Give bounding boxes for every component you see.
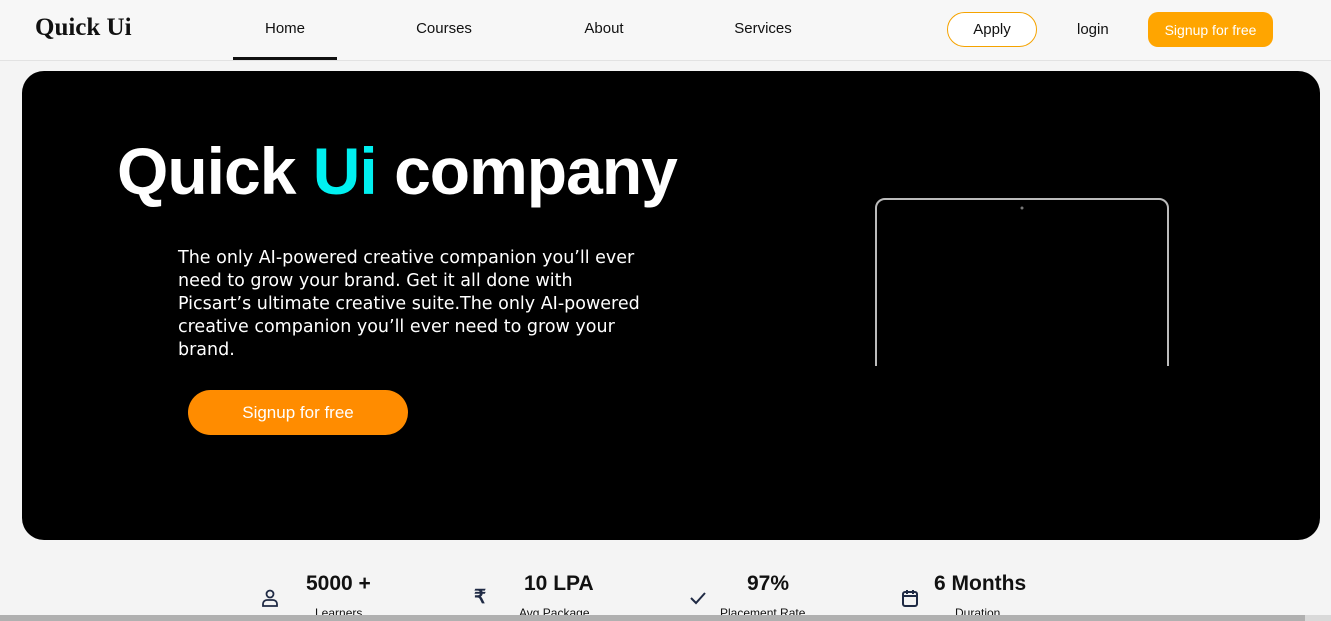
title-accent: Ui <box>312 134 378 208</box>
user-icon <box>262 589 278 607</box>
nav-courses[interactable]: Courses <box>392 20 496 37</box>
stat-value: 5000 + <box>306 572 371 595</box>
rupee-icon: ₹ <box>474 587 487 608</box>
top-navbar: Quick Ui Home Courses About Services App… <box>0 0 1331 61</box>
logo[interactable]: Quick Ui <box>35 14 132 42</box>
stat-value: 97% <box>747 572 790 595</box>
hero-title: Quick Ui company <box>117 133 678 209</box>
hero-signup-button[interactable]: Signup for free <box>188 390 408 435</box>
laptop-image <box>875 198 1169 366</box>
apply-button[interactable]: Apply <box>947 12 1037 47</box>
signup-button[interactable]: Signup for free <box>1148 12 1273 47</box>
nav-services[interactable]: Services <box>711 20 815 37</box>
title-part: company <box>376 134 678 208</box>
nav-home[interactable]: Home <box>233 20 337 60</box>
calendar-icon <box>902 590 918 607</box>
check-icon <box>690 592 706 605</box>
horizontal-scrollbar[interactable] <box>0 615 1331 621</box>
title-part: Quick <box>117 134 313 208</box>
hero-description: The only AI-powered creative companion y… <box>178 248 640 360</box>
login-link[interactable]: login <box>1077 21 1109 38</box>
stat-value: 6 Months <box>934 572 1027 595</box>
scrollbar-thumb[interactable] <box>0 615 1305 621</box>
nav-about[interactable]: About <box>552 20 656 37</box>
stat-value: 10 LPA <box>524 572 594 595</box>
hero-banner: Quick Ui company The only AI-powered cre… <box>22 71 1320 540</box>
